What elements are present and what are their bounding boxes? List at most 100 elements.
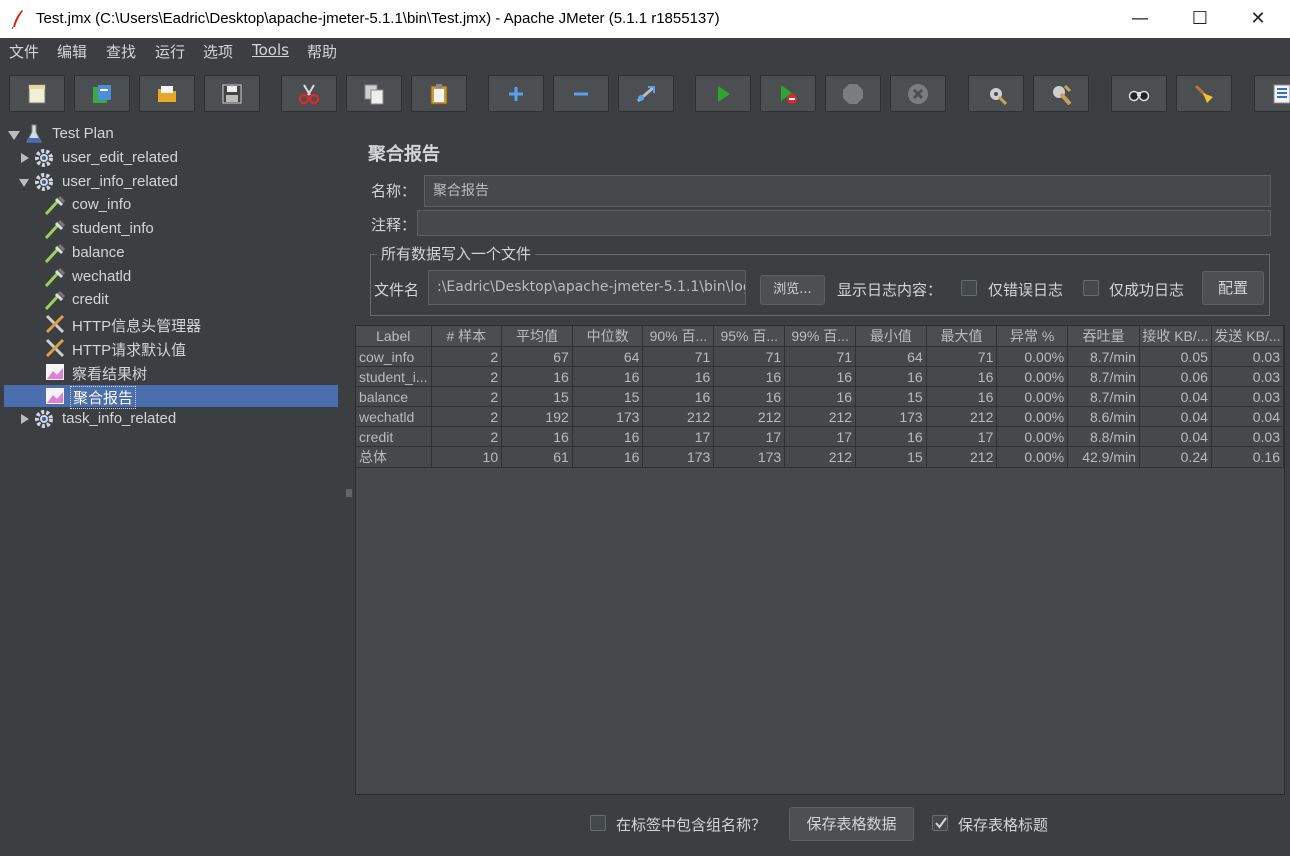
comment-field[interactable] (417, 210, 1271, 236)
toolbar (0, 64, 1290, 123)
configure-button[interactable]: 配置 (1202, 271, 1264, 305)
save-button[interactable] (204, 75, 260, 112)
tree-node-config[interactable]: HTTP请求默认值 (0, 337, 340, 359)
gear-icon (35, 173, 53, 191)
aggregate-report-panel: 聚合报告 名称： 聚合报告 注释： 所有数据写入一个文件 文件名 :\Eadri… (354, 122, 1290, 856)
minimize-button[interactable]: — (1110, 0, 1170, 38)
maximize-button[interactable]: ☐ (1170, 0, 1230, 38)
expand-arrow-icon[interactable] (8, 131, 20, 140)
column-header[interactable]: 最大值 (926, 326, 998, 347)
save-header-label: 保存表格标题 (958, 816, 1049, 834)
table-cell: 0.00% (996, 366, 1069, 387)
collapsed-arrow-icon[interactable] (21, 153, 29, 163)
tree-node-listener[interactable]: 察看结果树 (0, 361, 340, 383)
menu-edit[interactable]: 编辑 (57, 41, 87, 62)
templates-button[interactable] (74, 75, 130, 112)
tree-node-sampler[interactable]: wechatld (0, 266, 340, 288)
table-row[interactable]: student_i... 2 16 16 16 16 16 16 16 0.00% 8.7/min 0… (356, 366, 1284, 387)
tree-node-sampler[interactable]: student_info (0, 218, 340, 240)
table-cell: 16 (855, 366, 927, 387)
table-row[interactable]: cow_info 2 67 64 71 71 71 64 71 0.00% 8.7/min 0.05 0… (356, 346, 1284, 367)
copy-button[interactable] (346, 75, 402, 112)
column-header[interactable]: 接收 KB/... (1139, 326, 1212, 347)
pipette-icon (44, 243, 66, 263)
menu-options[interactable]: 选项 (203, 41, 233, 62)
tree-node-listener-selected[interactable]: 聚合报告 (4, 385, 338, 409)
comment-label: 注释： (371, 216, 417, 234)
column-header[interactable]: 90% 百... (642, 326, 715, 347)
browse-button[interactable]: 浏览... (760, 275, 825, 305)
open-button[interactable] (139, 75, 195, 112)
menu-run[interactable]: 运行 (155, 41, 185, 62)
start-button[interactable] (695, 75, 751, 112)
close-button[interactable]: ✕ (1228, 0, 1288, 38)
tree-node-thread-group[interactable]: task_info_related (0, 408, 340, 430)
search-button[interactable] (1111, 75, 1167, 112)
table-cell: 8.7/min (1067, 346, 1140, 367)
table-cell: cow_info (356, 346, 432, 367)
errors-only-checkbox[interactable] (961, 280, 977, 296)
column-header[interactable]: Label (356, 326, 432, 347)
collapse-all-button[interactable] (553, 75, 609, 112)
tree-node-thread-group[interactable]: user_info_related (0, 171, 340, 193)
tree-node-sampler[interactable]: balance (0, 242, 340, 264)
table-cell: 16 (501, 426, 573, 447)
start-no-pauses-button[interactable] (760, 75, 816, 112)
function-helper-button[interactable] (1254, 75, 1290, 112)
table-row[interactable]: credit 2 16 16 17 17 17 16 17 0.00% 8.8/min 0.04 0.0… (356, 426, 1284, 447)
column-header[interactable]: 发送 KB/... (1211, 326, 1284, 347)
column-header[interactable]: 吞吐量 (1067, 326, 1140, 347)
split-pane-divider[interactable] (344, 122, 354, 856)
new-button[interactable] (9, 75, 65, 112)
tree-node-test-plan[interactable]: Test Plan (0, 123, 340, 145)
templates-icon (93, 85, 111, 103)
table-cell: 15 (501, 386, 573, 407)
table-row[interactable]: wechatld 2 192 173 212 212 212 173 212 0.00% 8.6/m… (356, 406, 1284, 427)
menu-search[interactable]: 查找 (106, 41, 136, 62)
paste-button[interactable] (411, 75, 467, 112)
cut-button[interactable] (281, 75, 337, 112)
table-cell: 16 (572, 366, 644, 387)
table-cell: 总体 (356, 446, 432, 468)
column-header[interactable]: 99% 百... (784, 326, 857, 347)
results-table[interactable]: Label # 样本 平均值 中位数 90% 百... 95% 百... 99%… (355, 325, 1285, 795)
tree-node-sampler[interactable]: credit (0, 289, 340, 311)
expand-all-button[interactable] (488, 75, 544, 112)
cut-icon (298, 84, 320, 105)
chart-icon (46, 364, 64, 380)
menu-help[interactable]: 帮助 (307, 41, 337, 62)
column-header[interactable]: # 样本 (431, 326, 503, 347)
tree-node-config[interactable]: HTTP信息头管理器 (0, 313, 340, 335)
expand-arrow-icon[interactable] (19, 179, 29, 187)
test-plan-tree: Test Plan user_edit_related user_info_re… (0, 122, 345, 856)
table-cell: 17 (642, 426, 715, 447)
table-cell: 10 (431, 446, 503, 468)
shutdown-icon (908, 84, 928, 104)
include-group-checkbox[interactable] (590, 815, 606, 831)
clear-all-button[interactable] (1033, 75, 1089, 112)
write-to-file-group: 所有数据写入一个文件 文件名 :\Eadric\Desktop\apache-j… (370, 243, 1270, 316)
tree-node-sampler[interactable]: cow_info (0, 194, 340, 216)
column-header[interactable]: 95% 百... (713, 326, 786, 347)
collapsed-arrow-icon[interactable] (21, 414, 29, 424)
reset-search-button[interactable] (1176, 75, 1232, 112)
name-field[interactable]: 聚合报告 (424, 175, 1271, 207)
toggle-button[interactable] (618, 75, 674, 112)
tree-node-thread-group[interactable]: user_edit_related (0, 147, 340, 169)
column-header[interactable]: 异常 % (996, 326, 1069, 347)
filename-field[interactable]: :\Eadric\Desktop\apache-jmeter-5.1.1\bin… (428, 270, 746, 305)
success-only-checkbox[interactable] (1083, 280, 1099, 296)
save-table-data-button[interactable]: 保存表格数据 (789, 807, 914, 841)
column-header[interactable]: 中位数 (572, 326, 644, 347)
grip-icon (346, 489, 352, 497)
column-header[interactable]: 平均值 (501, 326, 573, 347)
menu-file[interactable]: 文件 (9, 41, 39, 62)
save-header-checkbox[interactable] (932, 815, 948, 831)
table-cell: 0.00% (996, 446, 1069, 468)
column-header[interactable]: 最小值 (855, 326, 927, 347)
table-cell: 192 (501, 406, 573, 427)
table-row[interactable]: balance 2 15 15 16 16 16 15 16 0.00% 8.7/min 0.04 0.… (356, 386, 1284, 407)
menu-tools[interactable]: Tools (252, 41, 289, 59)
table-row[interactable]: 总体 10 61 16 173 173 212 15 212 0.00% 42.9/min 0.24 0… (356, 446, 1284, 468)
clear-button[interactable] (968, 75, 1024, 112)
